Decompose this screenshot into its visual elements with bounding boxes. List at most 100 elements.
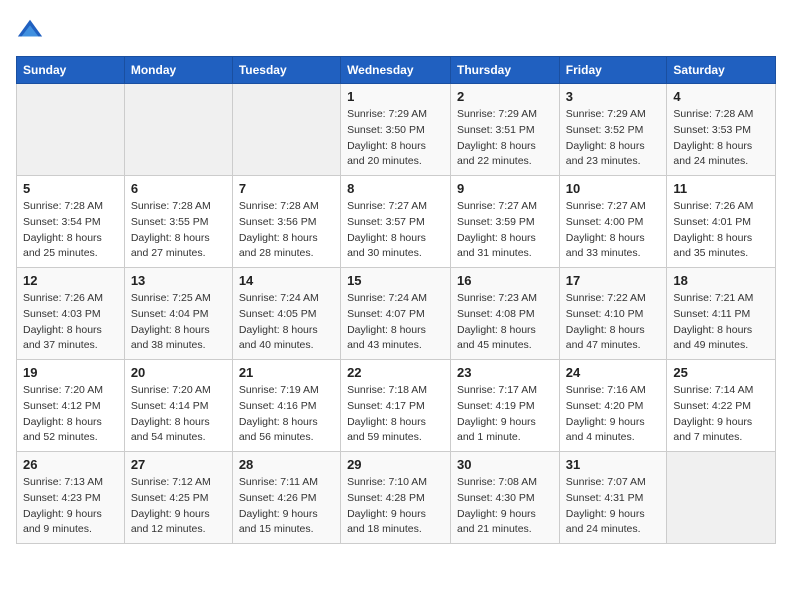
day-cell: 13 Sunrise: 7:25 AM Sunset: 4:04 PM Dayli… <box>124 268 232 360</box>
day-cell: 22 Sunrise: 7:18 AM Sunset: 4:17 PM Dayli… <box>341 360 451 452</box>
day-cell: 4 Sunrise: 7:28 AM Sunset: 3:53 PM Daylig… <box>667 84 776 176</box>
page-header <box>16 16 776 44</box>
day-info: Sunrise: 7:21 AM Sunset: 4:11 PM Dayligh… <box>673 291 769 354</box>
day-cell: 14 Sunrise: 7:24 AM Sunset: 4:05 PM Dayli… <box>232 268 340 360</box>
day-cell: 24 Sunrise: 7:16 AM Sunset: 4:20 PM Dayli… <box>559 360 667 452</box>
day-info: Sunrise: 7:17 AM Sunset: 4:19 PM Dayligh… <box>457 383 553 446</box>
day-cell: 8Sunrise: 7:27 AM Sunset: 3:57 PM Daylig… <box>341 176 451 268</box>
day-number: 25 <box>673 365 769 380</box>
day-cell: 18 Sunrise: 7:21 AM Sunset: 4:11 PM Dayli… <box>667 268 776 360</box>
calendar-header: SundayMondayTuesdayWednesdayThursdayFrid… <box>17 57 776 84</box>
day-info: Sunrise: 7:28 AM Sunset: 3:53 PM Dayligh… <box>673 107 769 170</box>
day-number: 15 <box>347 273 444 288</box>
day-number: 26 <box>23 457 118 472</box>
day-number: 5 <box>23 181 118 196</box>
day-info: Sunrise: 7:20 AM Sunset: 4:14 PM Dayligh… <box>131 383 226 446</box>
day-cell: 16Sunrise: 7:23 AM Sunset: 4:08 PM Dayli… <box>451 268 560 360</box>
day-info: Sunrise: 7:22 AM Sunset: 4:10 PM Dayligh… <box>566 291 661 354</box>
day-number: 13 <box>131 273 226 288</box>
day-info: Sunrise: 7:24 AM Sunset: 4:07 PM Dayligh… <box>347 291 444 354</box>
day-info: Sunrise: 7:08 AM Sunset: 4:30 PM Dayligh… <box>457 475 553 538</box>
calendar-body: 1Sunrise: 7:29 AM Sunset: 3:50 PM Daylig… <box>17 84 776 544</box>
day-cell <box>232 84 340 176</box>
day-number: 2 <box>457 89 553 104</box>
day-info: Sunrise: 7:25 AM Sunset: 4:04 PM Dayligh… <box>131 291 226 354</box>
day-cell: 10 Sunrise: 7:27 AM Sunset: 4:00 PM Dayli… <box>559 176 667 268</box>
day-number: 19 <box>23 365 118 380</box>
day-info: Sunrise: 7:12 AM Sunset: 4:25 PM Dayligh… <box>131 475 226 538</box>
day-cell <box>17 84 125 176</box>
day-info: Sunrise: 7:29 AM Sunset: 3:51 PM Dayligh… <box>457 107 553 170</box>
header-cell-monday: Monday <box>124 57 232 84</box>
day-info: Sunrise: 7:27 AM Sunset: 4:00 PM Dayligh… <box>566 199 661 262</box>
day-number: 11 <box>673 181 769 196</box>
day-number: 6 <box>131 181 226 196</box>
day-info: Sunrise: 7:14 AM Sunset: 4:22 PM Dayligh… <box>673 383 769 446</box>
day-cell: 27Sunrise: 7:12 AM Sunset: 4:25 PM Dayli… <box>124 452 232 544</box>
day-cell: 25 Sunrise: 7:14 AM Sunset: 4:22 PM Dayli… <box>667 360 776 452</box>
day-number: 10 <box>566 181 661 196</box>
day-cell: 2 Sunrise: 7:29 AM Sunset: 3:51 PM Daylig… <box>451 84 560 176</box>
day-number: 31 <box>566 457 661 472</box>
day-info: Sunrise: 7:26 AM Sunset: 4:01 PM Dayligh… <box>673 199 769 262</box>
week-row: 19 Sunrise: 7:20 AM Sunset: 4:12 PM Dayli… <box>17 360 776 452</box>
day-number: 17 <box>566 273 661 288</box>
day-cell: 21Sunrise: 7:19 AM Sunset: 4:16 PM Dayli… <box>232 360 340 452</box>
day-number: 24 <box>566 365 661 380</box>
day-info: Sunrise: 7:16 AM Sunset: 4:20 PM Dayligh… <box>566 383 661 446</box>
day-cell: 5 Sunrise: 7:28 AM Sunset: 3:54 PM Daylig… <box>17 176 125 268</box>
day-number: 1 <box>347 89 444 104</box>
day-info: Sunrise: 7:07 AM Sunset: 4:31 PM Dayligh… <box>566 475 661 538</box>
day-cell: 9 Sunrise: 7:27 AM Sunset: 3:59 PM Daylig… <box>451 176 560 268</box>
day-info: Sunrise: 7:20 AM Sunset: 4:12 PM Dayligh… <box>23 383 118 446</box>
day-number: 23 <box>457 365 553 380</box>
day-cell <box>124 84 232 176</box>
day-number: 9 <box>457 181 553 196</box>
day-number: 4 <box>673 89 769 104</box>
day-cell: 30Sunrise: 7:08 AM Sunset: 4:30 PM Dayli… <box>451 452 560 544</box>
header-cell-thursday: Thursday <box>451 57 560 84</box>
logo <box>16 16 48 44</box>
day-info: Sunrise: 7:29 AM Sunset: 3:52 PM Dayligh… <box>566 107 661 170</box>
day-cell: 31 Sunrise: 7:07 AM Sunset: 4:31 PM Dayli… <box>559 452 667 544</box>
day-info: Sunrise: 7:13 AM Sunset: 4:23 PM Dayligh… <box>23 475 118 538</box>
day-info: Sunrise: 7:24 AM Sunset: 4:05 PM Dayligh… <box>239 291 334 354</box>
day-cell: 6 Sunrise: 7:28 AM Sunset: 3:55 PM Daylig… <box>124 176 232 268</box>
day-cell: 7Sunrise: 7:28 AM Sunset: 3:56 PM Daylig… <box>232 176 340 268</box>
day-cell: 20Sunrise: 7:20 AM Sunset: 4:14 PM Dayli… <box>124 360 232 452</box>
day-cell: 19 Sunrise: 7:20 AM Sunset: 4:12 PM Dayli… <box>17 360 125 452</box>
day-number: 16 <box>457 273 553 288</box>
day-info: Sunrise: 7:28 AM Sunset: 3:55 PM Dayligh… <box>131 199 226 262</box>
week-row: 26 Sunrise: 7:13 AM Sunset: 4:23 PM Dayli… <box>17 452 776 544</box>
calendar-table: SundayMondayTuesdayWednesdayThursdayFrid… <box>16 56 776 544</box>
logo-icon <box>16 16 44 44</box>
day-number: 3 <box>566 89 661 104</box>
day-info: Sunrise: 7:27 AM Sunset: 3:59 PM Dayligh… <box>457 199 553 262</box>
header-row: SundayMondayTuesdayWednesdayThursdayFrid… <box>17 57 776 84</box>
day-cell: 12 Sunrise: 7:26 AM Sunset: 4:03 PM Dayli… <box>17 268 125 360</box>
week-row: 1Sunrise: 7:29 AM Sunset: 3:50 PM Daylig… <box>17 84 776 176</box>
day-cell: 29Sunrise: 7:10 AM Sunset: 4:28 PM Dayli… <box>341 452 451 544</box>
day-number: 22 <box>347 365 444 380</box>
day-cell: 17 Sunrise: 7:22 AM Sunset: 4:10 PM Dayli… <box>559 268 667 360</box>
day-number: 14 <box>239 273 334 288</box>
week-row: 5 Sunrise: 7:28 AM Sunset: 3:54 PM Daylig… <box>17 176 776 268</box>
day-cell <box>667 452 776 544</box>
day-cell: 26 Sunrise: 7:13 AM Sunset: 4:23 PM Dayli… <box>17 452 125 544</box>
week-row: 12 Sunrise: 7:26 AM Sunset: 4:03 PM Dayli… <box>17 268 776 360</box>
day-info: Sunrise: 7:28 AM Sunset: 3:54 PM Dayligh… <box>23 199 118 262</box>
day-cell: 28Sunrise: 7:11 AM Sunset: 4:26 PM Dayli… <box>232 452 340 544</box>
day-number: 18 <box>673 273 769 288</box>
day-cell: 11 Sunrise: 7:26 AM Sunset: 4:01 PM Dayli… <box>667 176 776 268</box>
day-cell: 3 Sunrise: 7:29 AM Sunset: 3:52 PM Daylig… <box>559 84 667 176</box>
day-number: 8 <box>347 181 444 196</box>
day-number: 21 <box>239 365 334 380</box>
day-cell: 15 Sunrise: 7:24 AM Sunset: 4:07 PM Dayli… <box>341 268 451 360</box>
day-info: Sunrise: 7:28 AM Sunset: 3:56 PM Dayligh… <box>239 199 334 262</box>
header-cell-saturday: Saturday <box>667 57 776 84</box>
day-cell: 23 Sunrise: 7:17 AM Sunset: 4:19 PM Dayli… <box>451 360 560 452</box>
header-cell-friday: Friday <box>559 57 667 84</box>
day-info: Sunrise: 7:26 AM Sunset: 4:03 PM Dayligh… <box>23 291 118 354</box>
day-info: Sunrise: 7:18 AM Sunset: 4:17 PM Dayligh… <box>347 383 444 446</box>
day-number: 12 <box>23 273 118 288</box>
